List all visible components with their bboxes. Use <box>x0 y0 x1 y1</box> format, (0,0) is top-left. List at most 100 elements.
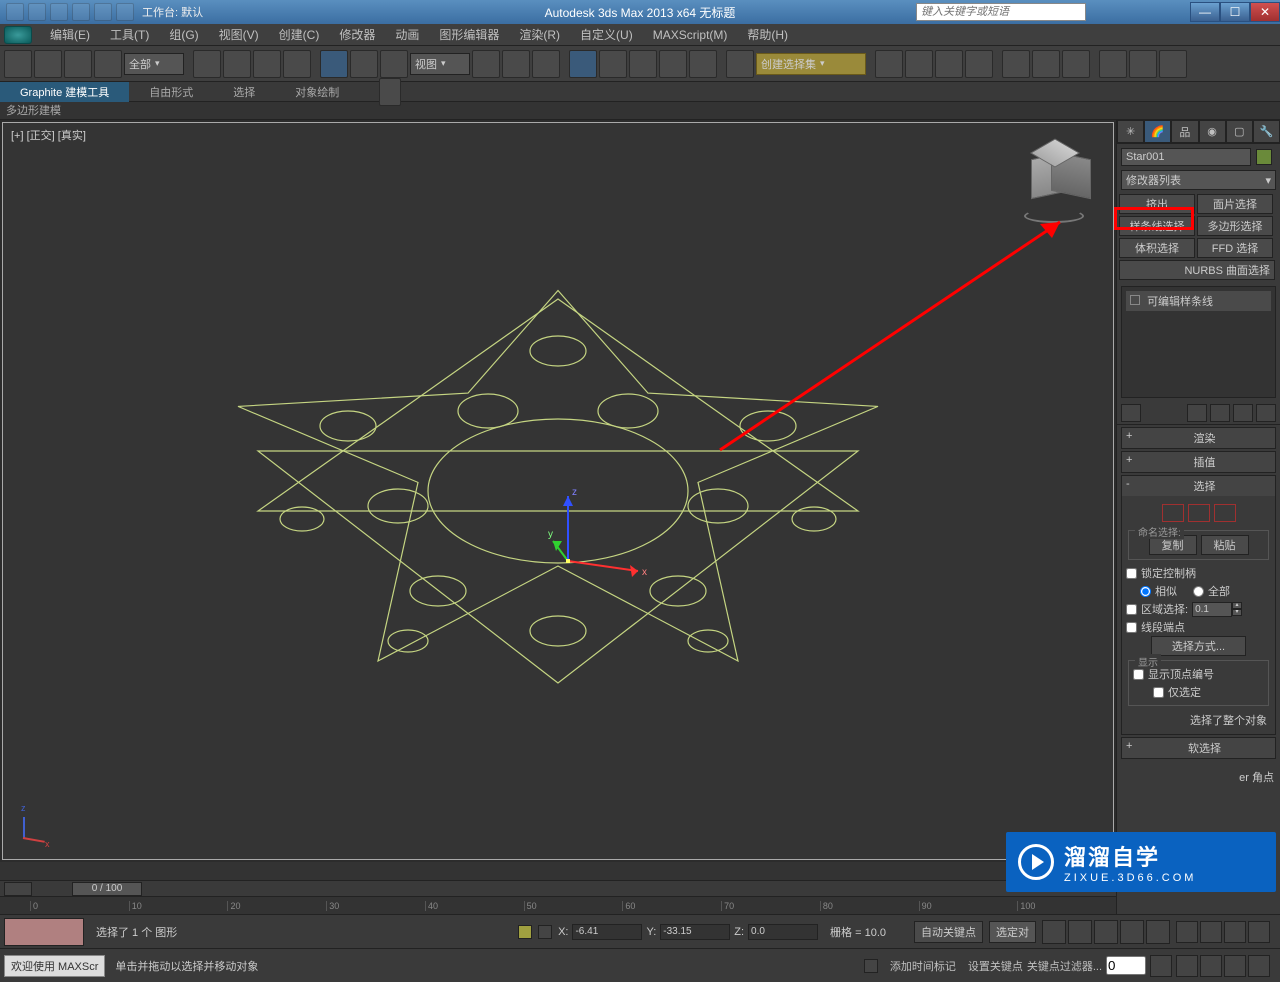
link-icon[interactable] <box>116 3 134 21</box>
redo-icon[interactable] <box>34 50 62 78</box>
fov-icon[interactable] <box>1176 955 1198 977</box>
lock2-icon[interactable] <box>538 925 552 939</box>
max-toggle-icon[interactable] <box>1248 955 1270 977</box>
menu-modifiers[interactable]: 修改器 <box>329 24 385 45</box>
tab-create-icon[interactable]: ✳ <box>1117 120 1144 143</box>
spline-icon[interactable] <box>1214 504 1236 522</box>
search-input[interactable] <box>916 3 1086 21</box>
expand-icon[interactable] <box>1130 295 1140 305</box>
segment-icon[interactable] <box>1188 504 1210 522</box>
spinner-up-icon[interactable]: ▴ <box>1232 602 1242 609</box>
menu-views[interactable]: 视图(V) <box>209 24 269 45</box>
vol-select-button[interactable]: 体积选择 <box>1119 238 1195 258</box>
selection-filter[interactable]: 全部 <box>124 53 184 75</box>
angle-snap-icon[interactable] <box>599 50 627 78</box>
zoom-icon[interactable] <box>1176 921 1198 943</box>
tab-modify-icon[interactable]: 🌈 <box>1144 120 1171 143</box>
viewcube[interactable] <box>1019 147 1089 217</box>
menu-help[interactable]: 帮助(H) <box>737 24 798 45</box>
zoom-extents-all-icon[interactable] <box>1248 921 1270 943</box>
show-vert-num-checkbox[interactable] <box>1133 669 1144 680</box>
move-icon[interactable] <box>320 50 348 78</box>
percent-snap-icon[interactable] <box>629 50 657 78</box>
rollout-header-render[interactable]: +渲染 <box>1122 428 1275 448</box>
minimize-button[interactable]: — <box>1190 2 1220 22</box>
window-crossing-icon[interactable] <box>283 50 311 78</box>
menu-customize[interactable]: 自定义(U) <box>570 24 643 45</box>
help-icon[interactable] <box>1170 4 1186 20</box>
ffd-select-button[interactable]: FFD 选择 <box>1197 238 1273 258</box>
time-config-icon[interactable] <box>1150 955 1172 977</box>
area-select-spinner[interactable]: ▴▾ <box>1192 602 1242 617</box>
search-icon[interactable] <box>1090 4 1106 20</box>
object-color-swatch[interactable] <box>1256 149 1272 165</box>
poly-select-button[interactable]: 多边形选择 <box>1197 216 1273 236</box>
prev-frame-icon[interactable] <box>1068 920 1092 944</box>
make-unique-icon[interactable] <box>1210 404 1230 422</box>
stack-item-editable-spline[interactable]: 可编辑样条线 <box>1126 291 1271 311</box>
render-icon[interactable] <box>1159 50 1187 78</box>
time-tag-icon[interactable] <box>864 959 878 973</box>
close-button[interactable]: ✕ <box>1250 2 1280 22</box>
track-bar[interactable]: 0102030 40506070 8090100 <box>0 896 1116 914</box>
rollout-header-soft[interactable]: +软选择 <box>1122 738 1275 758</box>
named-selection-combo[interactable]: 创建选择集 <box>756 53 866 75</box>
configure-icon[interactable] <box>1256 404 1276 422</box>
snap-options-icon[interactable] <box>689 50 717 78</box>
exchange-icon[interactable] <box>1130 4 1146 20</box>
workspace-label[interactable]: 工作台: 默认 <box>142 4 203 20</box>
curve-editor-icon[interactable] <box>1002 50 1030 78</box>
menu-group[interactable]: 组(G) <box>159 24 208 45</box>
select-icon[interactable] <box>193 50 221 78</box>
maxscript-listener[interactable] <box>4 918 84 946</box>
time-slider-thumb[interactable]: 0 / 100 <box>72 882 142 896</box>
tab-display-icon[interactable]: ▢ <box>1226 120 1253 143</box>
object-name-input[interactable] <box>1121 148 1251 166</box>
ribbon-tab-graphite[interactable]: Graphite 建模工具 <box>0 82 129 102</box>
paste-button[interactable]: 粘贴 <box>1201 535 1249 555</box>
align-icon[interactable] <box>905 50 933 78</box>
show-end-icon[interactable] <box>1187 404 1207 422</box>
modifier-list-dropdown[interactable]: 修改器列表 ▾ <box>1121 170 1276 190</box>
time-slider-button[interactable] <box>4 882 32 896</box>
spinner-snap-icon[interactable] <box>659 50 687 78</box>
material-editor-icon[interactable] <box>1062 50 1090 78</box>
remove-mod-icon[interactable] <box>1233 404 1253 422</box>
orbit-icon[interactable] <box>1224 955 1246 977</box>
all-radio[interactable] <box>1193 586 1204 597</box>
pan-icon[interactable] <box>1200 955 1222 977</box>
menu-edit[interactable]: 编辑(E) <box>40 24 100 45</box>
auto-key-button[interactable]: 自动关键点 <box>914 921 983 943</box>
area-select-checkbox[interactable] <box>1126 604 1137 615</box>
set-key-button[interactable]: 设置关键点 <box>968 958 1023 974</box>
link-icon[interactable] <box>64 50 92 78</box>
menu-grapheditors[interactable]: 图形编辑器 <box>429 24 509 45</box>
snap-toggle-icon[interactable] <box>569 50 597 78</box>
zoom-all-icon[interactable] <box>1200 921 1222 943</box>
undo-icon[interactable] <box>4 50 32 78</box>
pin-stack-icon[interactable] <box>1121 404 1141 422</box>
area-select-input[interactable] <box>1192 602 1232 617</box>
spline-select-button[interactable]: 样条线选择 <box>1119 216 1195 236</box>
render-frame-icon[interactable] <box>1129 50 1157 78</box>
similar-radio[interactable] <box>1140 586 1151 597</box>
menu-tools[interactable]: 工具(T) <box>100 24 159 45</box>
favorites-icon[interactable] <box>1150 4 1166 20</box>
welcome-tab[interactable]: 欢迎使用 MAXScr <box>4 955 105 977</box>
save-icon[interactable] <box>50 3 68 21</box>
subscription-icon[interactable] <box>1110 4 1126 20</box>
application-button[interactable] <box>4 26 32 44</box>
y-input[interactable] <box>660 924 730 940</box>
key-filters-button[interactable]: 关键点过滤器... <box>1027 958 1102 974</box>
segment-end-checkbox[interactable] <box>1126 622 1137 633</box>
layer-icon[interactable] <box>935 50 963 78</box>
maximize-button[interactable]: ☐ <box>1220 2 1250 22</box>
redo-icon[interactable] <box>94 3 112 21</box>
pivot-icon[interactable] <box>472 50 500 78</box>
lock-icon[interactable] <box>518 925 532 939</box>
unlink-icon[interactable] <box>94 50 122 78</box>
undo-icon[interactable] <box>72 3 90 21</box>
select-by-button[interactable]: 选择方式... <box>1151 636 1246 656</box>
only-selected-checkbox[interactable] <box>1153 687 1164 698</box>
face-select-button[interactable]: 面片选择 <box>1197 194 1273 214</box>
